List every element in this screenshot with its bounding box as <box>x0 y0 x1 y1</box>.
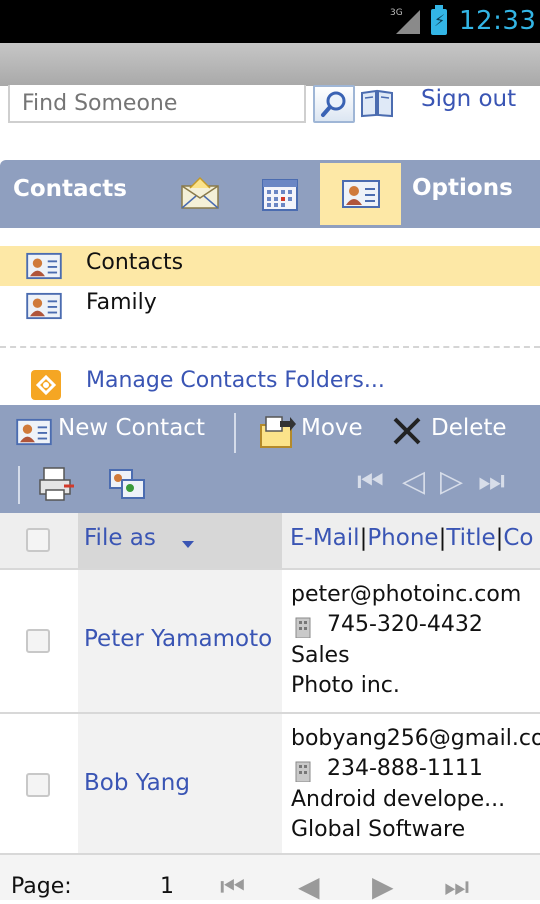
folder-item-family[interactable]: Family <box>86 290 157 315</box>
search-icon <box>321 91 346 117</box>
column-email[interactable]: E-Mail <box>290 525 360 551</box>
signal-icon <box>396 10 420 34</box>
move-button[interactable]: Move <box>301 415 363 441</box>
contact-card-icon <box>26 252 62 280</box>
manage-folders-link[interactable]: Manage Contacts Folders... <box>86 368 385 393</box>
contact-email[interactable]: bobyang256@gmail.co <box>291 726 540 751</box>
sign-out-link[interactable]: Sign out <box>421 86 516 112</box>
contact-company: Global Software <box>291 817 466 842</box>
contact-name-link[interactable]: Peter Yamamoto <box>84 626 272 652</box>
contact-company: Photo inc. <box>291 673 400 698</box>
search-button[interactable] <box>313 85 355 123</box>
row-checkbox[interactable] <box>26 773 50 797</box>
new-contact-button[interactable]: New Contact <box>58 415 205 441</box>
contact-title: Android develope... <box>291 787 506 812</box>
address-book-button[interactable] <box>360 88 394 118</box>
prev-page-icon[interactable]: ◁ <box>402 464 425 499</box>
first-page-icon[interactable]: ⏮ <box>357 464 384 499</box>
print-icon[interactable] <box>38 466 76 502</box>
new-contact-icon <box>16 418 52 446</box>
contact-phone[interactable]: 234-888-1111 <box>327 756 483 781</box>
first-page-icon[interactable]: ⏮ <box>220 870 245 904</box>
mail-icon <box>181 176 219 209</box>
toolbar-separator <box>234 413 236 453</box>
building-icon <box>295 617 311 638</box>
prev-page-icon[interactable]: ◀ <box>298 870 320 903</box>
nav-mail-button[interactable] <box>180 176 220 210</box>
contact-name-link[interactable]: Bob Yang <box>84 770 190 796</box>
toolbar-separator <box>18 466 20 504</box>
sort-down-icon[interactable] <box>182 541 194 548</box>
clock: 12:33 <box>459 6 537 36</box>
page-label: Page: <box>11 874 72 899</box>
column-title[interactable]: Title <box>446 525 495 551</box>
column-headers: E-Mail|Phone|Title|Co <box>290 525 534 551</box>
calendar-icon <box>262 179 298 211</box>
status-bar: 3G ⚡ 12:33 <box>0 0 540 43</box>
divider <box>0 346 540 348</box>
title-band <box>0 43 540 86</box>
last-page-icon[interactable]: ⏭ <box>478 464 505 499</box>
select-all-checkbox[interactable] <box>26 528 50 552</box>
last-page-icon[interactable]: ⏭ <box>444 870 469 904</box>
contact-phone[interactable]: 745-320-4432 <box>327 612 483 637</box>
folder-item-contacts[interactable] <box>0 246 540 286</box>
nav-contacts-label[interactable]: Contacts <box>13 176 127 202</box>
building-icon <box>295 761 311 782</box>
nav-options-label[interactable]: Options <box>412 175 513 201</box>
search-input[interactable] <box>8 85 306 123</box>
next-page-icon[interactable]: ▶ <box>372 870 394 903</box>
contact-title: Sales <box>291 643 350 668</box>
categorize-icon[interactable] <box>108 466 146 502</box>
battery-icon: ⚡ <box>431 5 447 35</box>
folder-label[interactable]: Contacts <box>86 250 183 275</box>
next-page-icon[interactable]: ▷ <box>440 464 463 499</box>
column-file-as[interactable]: File as <box>84 525 156 551</box>
row-checkbox[interactable] <box>26 629 50 653</box>
contact-card-icon <box>342 180 380 208</box>
contact-card-icon <box>26 292 62 320</box>
contact-email[interactable]: peter@photoinc.com <box>291 582 521 607</box>
delete-button[interactable]: Delete <box>431 415 507 441</box>
delete-icon <box>393 417 421 445</box>
nav-contacts-tab[interactable] <box>320 163 401 225</box>
move-icon <box>260 416 296 448</box>
address-book-icon <box>361 89 393 118</box>
manage-folders-icon <box>31 370 61 400</box>
column-phone[interactable]: Phone <box>367 525 438 551</box>
page-number: 1 <box>160 874 174 899</box>
nav-calendar-button[interactable] <box>261 176 299 212</box>
column-company[interactable]: Co <box>503 525 533 551</box>
